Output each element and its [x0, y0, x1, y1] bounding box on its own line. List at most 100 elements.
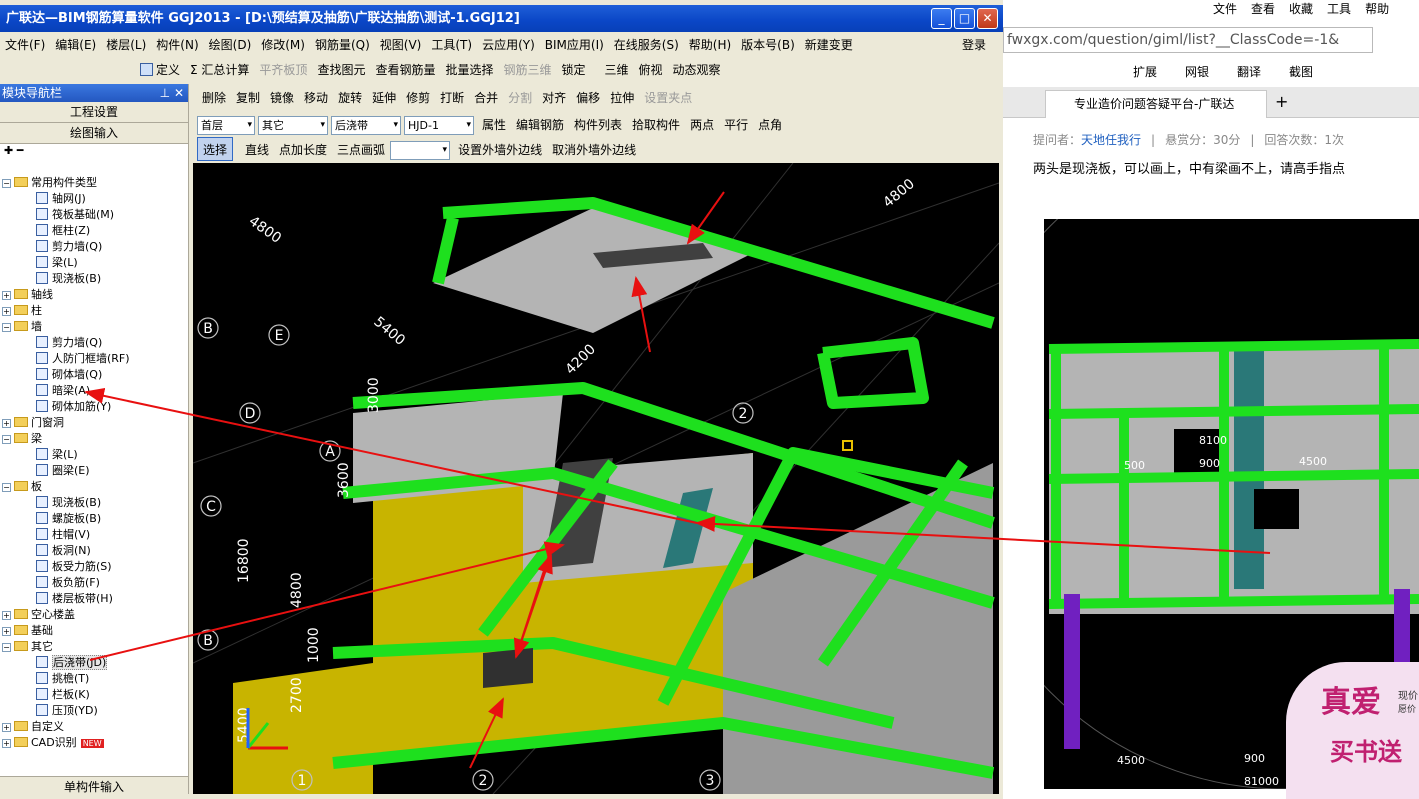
- tree-expand-collapse[interactable]: ✚ ━: [0, 144, 188, 160]
- align-slab-top-button[interactable]: 平齐板顶: [254, 58, 312, 82]
- collapse-icon[interactable]: −: [2, 435, 11, 444]
- parallel-button[interactable]: 平行: [719, 113, 753, 135]
- menu-help[interactable]: 帮助(H): [684, 33, 736, 57]
- point-length-tool[interactable]: 点加长度: [274, 138, 332, 161]
- bookmark-bank[interactable]: 网银: [1185, 65, 1209, 79]
- stretch-button[interactable]: 拉伸: [605, 86, 639, 109]
- nav-pin-close[interactable]: ⊥ ✕: [160, 84, 184, 102]
- menu-rebar[interactable]: 钢筋量(Q): [310, 33, 375, 57]
- properties-button[interactable]: 属性: [477, 113, 511, 135]
- copy-button[interactable]: 复制: [231, 86, 265, 109]
- split-button[interactable]: 分割: [503, 86, 537, 109]
- lock-button[interactable]: 锁定: [557, 58, 591, 82]
- tree-item[interactable]: 梁(L): [0, 447, 78, 463]
- menu-new-change[interactable]: 新建变更: [800, 33, 858, 57]
- browser-menu-view[interactable]: 查看: [1251, 2, 1275, 16]
- break-button[interactable]: 打断: [435, 86, 469, 109]
- tree-item[interactable]: 柱帽(V): [0, 527, 90, 543]
- tree-folder[interactable]: + 自定义: [0, 719, 64, 735]
- batch-select-button[interactable]: 批量选择: [440, 58, 498, 82]
- browser-menu-favorites[interactable]: 收藏: [1289, 2, 1313, 16]
- component-select[interactable]: 后浇带: [331, 116, 401, 135]
- set-outer-wall-button[interactable]: 设置外墙外边线: [453, 138, 547, 161]
- tree-item[interactable]: 挑檐(T): [0, 671, 89, 687]
- two-points-button[interactable]: 两点: [685, 113, 719, 135]
- tree-item[interactable]: 现浇板(B): [0, 271, 101, 287]
- component-list-button[interactable]: 构件列表: [569, 113, 627, 135]
- menu-cloud[interactable]: 云应用(Y): [477, 33, 540, 57]
- menu-online[interactable]: 在线服务(S): [609, 33, 684, 57]
- tree-folder[interactable]: + 空心楼盖: [0, 607, 75, 623]
- menu-modify[interactable]: 修改(M): [256, 33, 310, 57]
- tree-folder[interactable]: + 柱: [0, 303, 42, 319]
- tree-folder[interactable]: − 其它: [0, 639, 53, 655]
- line-tool[interactable]: 直线: [233, 138, 274, 161]
- tree-folder[interactable]: + 轴线: [0, 287, 53, 303]
- maximize-button[interactable]: □: [954, 8, 975, 29]
- collapse-icon[interactable]: −: [2, 643, 11, 652]
- expand-icon[interactable]: +: [2, 723, 11, 732]
- point-angle-button[interactable]: 点角: [753, 113, 787, 135]
- browser-menu-tools[interactable]: 工具: [1327, 2, 1351, 16]
- tree-item[interactable]: 栏板(K): [0, 687, 90, 703]
- tree-item[interactable]: 现浇板(B): [0, 495, 101, 511]
- asker-link[interactable]: 天地任我行: [1081, 133, 1141, 147]
- collapse-icon[interactable]: −: [2, 179, 11, 188]
- menu-file[interactable]: 文件(F): [0, 33, 50, 57]
- menu-edit[interactable]: 编辑(E): [50, 33, 101, 57]
- expand-icon[interactable]: +: [2, 419, 11, 428]
- tree-item[interactable]: 轴网(J): [0, 191, 86, 207]
- extend-button[interactable]: 延伸: [367, 86, 401, 109]
- tree-folder[interactable]: − 常用构件类型: [0, 175, 97, 191]
- orbit-button[interactable]: 动态观察: [668, 58, 726, 82]
- browser-menu-file[interactable]: 文件: [1213, 2, 1237, 16]
- minimize-button[interactable]: _: [931, 8, 952, 29]
- find-element-button[interactable]: 查找图元: [312, 58, 370, 82]
- arc-option-select[interactable]: [390, 141, 451, 160]
- ad-banner[interactable]: 真爱 买书送 现价 愿价: [1286, 662, 1419, 799]
- menu-tools[interactable]: 工具(T): [426, 33, 477, 57]
- tree-item[interactable]: 筏板基础(M): [0, 207, 114, 223]
- active-tab[interactable]: 专业造价问题答疑平台-广联达: [1045, 90, 1267, 118]
- offset-button[interactable]: 偏移: [571, 86, 605, 109]
- merge-button[interactable]: 合并: [469, 86, 503, 109]
- tree-item[interactable]: 框柱(Z): [0, 223, 90, 239]
- tree-folder[interactable]: + CAD识别 NEW: [0, 735, 104, 751]
- tree-folder[interactable]: − 板: [0, 479, 42, 495]
- tree-item[interactable]: 梁(L): [0, 255, 78, 271]
- floor-select[interactable]: 首层: [197, 116, 255, 135]
- collapse-icon[interactable]: −: [2, 483, 11, 492]
- tree-item[interactable]: 砌体墙(Q): [0, 367, 102, 383]
- tree-item[interactable]: 楼层板带(H): [0, 591, 113, 607]
- tree-item[interactable]: 压顶(YD): [0, 703, 98, 719]
- tree-item[interactable]: 剪力墙(Q): [0, 335, 102, 351]
- close-button[interactable]: ✕: [977, 8, 998, 29]
- summary-calc-button[interactable]: Σ 汇总计算: [185, 58, 254, 82]
- bookmark-translate[interactable]: 翻译: [1237, 65, 1261, 79]
- address-bar[interactable]: fwxgx.com/question/giml/list?__ClassCode…: [1003, 27, 1373, 53]
- mirror-button[interactable]: 镜像: [265, 86, 299, 109]
- rebar-3d-button[interactable]: 钢筋三维: [498, 58, 556, 82]
- new-tab-button[interactable]: +: [1275, 92, 1288, 111]
- set-grip-button[interactable]: 设置夹点: [639, 86, 697, 109]
- expand-icon[interactable]: +: [2, 291, 11, 300]
- drawing-input-button[interactable]: 绘图输入: [0, 123, 188, 144]
- top-view-dropdown[interactable]: 俯视: [634, 58, 668, 82]
- menu-bim[interactable]: BIM应用(I): [540, 33, 609, 57]
- select-tool[interactable]: 选择: [197, 137, 234, 161]
- tree-item[interactable]: 螺旋板(B): [0, 511, 101, 527]
- bookmark-screenshot[interactable]: 截图: [1289, 65, 1313, 79]
- tree-folder[interactable]: + 门窗洞: [0, 415, 64, 431]
- cancel-outer-wall-button[interactable]: 取消外墙外边线: [547, 138, 641, 161]
- trim-button[interactable]: 修剪: [401, 86, 435, 109]
- bookmark-extensions[interactable]: 扩展: [1133, 65, 1157, 79]
- tree-folder[interactable]: + 基础: [0, 623, 53, 639]
- login-link[interactable]: 登录: [962, 36, 986, 53]
- edit-rebar-button[interactable]: 编辑钢筋: [511, 113, 569, 135]
- project-settings-button[interactable]: 工程设置: [0, 102, 188, 123]
- tree-item[interactable]: 板受力筋(S): [0, 559, 112, 575]
- expand-icon[interactable]: +: [2, 627, 11, 636]
- tree-item[interactable]: 剪力墙(Q): [0, 239, 102, 255]
- rotate-button[interactable]: 旋转: [333, 86, 367, 109]
- menu-view[interactable]: 视图(V): [375, 33, 427, 57]
